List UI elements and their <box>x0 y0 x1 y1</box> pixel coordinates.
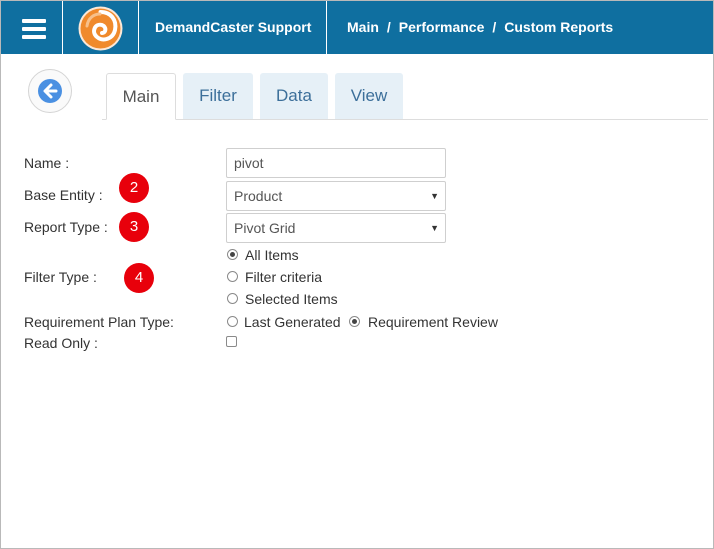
logo-swirl-icon <box>78 6 123 51</box>
requirement-review-radio[interactable] <box>349 316 360 327</box>
tab-filter[interactable]: Filter <box>183 73 253 119</box>
tab-data[interactable]: Data <box>260 73 328 119</box>
filter-type-all-items-radio[interactable] <box>227 249 238 260</box>
hamburger-icon-bar <box>22 27 46 31</box>
app-frame: DemandCaster Support Main / Performance / Cu… <box>0 0 714 549</box>
step-badge-3: 3 <box>119 212 149 242</box>
tab-view[interactable]: View <box>335 73 403 119</box>
breadcrumb-performance[interactable]: Performance <box>399 1 485 54</box>
step-badge-4: 4 <box>124 263 154 293</box>
requirement-review-label[interactable]: Requirement Review <box>368 314 498 330</box>
breadcrumb-main[interactable]: Main <box>347 1 379 54</box>
hamburger-icon <box>22 19 46 23</box>
tab-main[interactable]: Main <box>106 73 176 120</box>
caret-down-icon: ▼ <box>430 223 439 233</box>
requirement-plan-type-label: Requirement Plan Type: <box>24 314 174 330</box>
back-button[interactable] <box>28 69 72 113</box>
base-entity-value: Product <box>234 188 283 204</box>
name-input[interactable] <box>226 148 446 178</box>
hamburger-icon-bar <box>22 35 46 39</box>
requirement-last-generated-label[interactable]: Last Generated <box>244 314 341 330</box>
menu-toggle-button[interactable] <box>1 1 63 54</box>
filter-type-all-items-label[interactable]: All Items <box>245 247 299 263</box>
read-only-label: Read Only : <box>24 335 98 351</box>
breadcrumb: Main / Performance / Custom Reports <box>347 1 613 54</box>
demandcaster-logo[interactable] <box>63 1 139 54</box>
filter-type-selected-items-radio[interactable] <box>227 293 238 304</box>
base-entity-label: Base Entity : <box>24 187 103 203</box>
breadcrumb-separator: / <box>386 19 391 35</box>
arrow-left-icon <box>38 79 62 103</box>
app-title[interactable]: DemandCaster Support <box>139 1 327 54</box>
filter-type-selected-items-label[interactable]: Selected Items <box>245 291 338 307</box>
filter-type-filter-criteria-radio[interactable] <box>227 271 238 282</box>
caret-down-icon: ▼ <box>430 191 439 201</box>
top-navbar: DemandCaster Support Main / Performance / Cu… <box>1 1 713 54</box>
base-entity-select[interactable]: Product ▼ <box>226 181 446 211</box>
step-badge-2: 2 <box>119 173 149 203</box>
requirement-last-generated-radio[interactable] <box>227 316 238 327</box>
report-type-select[interactable]: Pivot Grid ▼ <box>226 213 446 243</box>
breadcrumb-separator: / <box>492 19 497 35</box>
filter-type-filter-criteria-label[interactable]: Filter criteria <box>245 269 322 285</box>
name-label: Name : <box>24 155 70 171</box>
tab-underline <box>102 119 708 120</box>
report-type-value: Pivot Grid <box>234 220 296 236</box>
read-only-checkbox[interactable] <box>226 336 237 347</box>
report-type-label: Report Type : <box>24 219 108 235</box>
filter-type-label: Filter Type : <box>24 269 97 285</box>
breadcrumb-custom-reports[interactable]: Custom Reports <box>504 1 613 54</box>
